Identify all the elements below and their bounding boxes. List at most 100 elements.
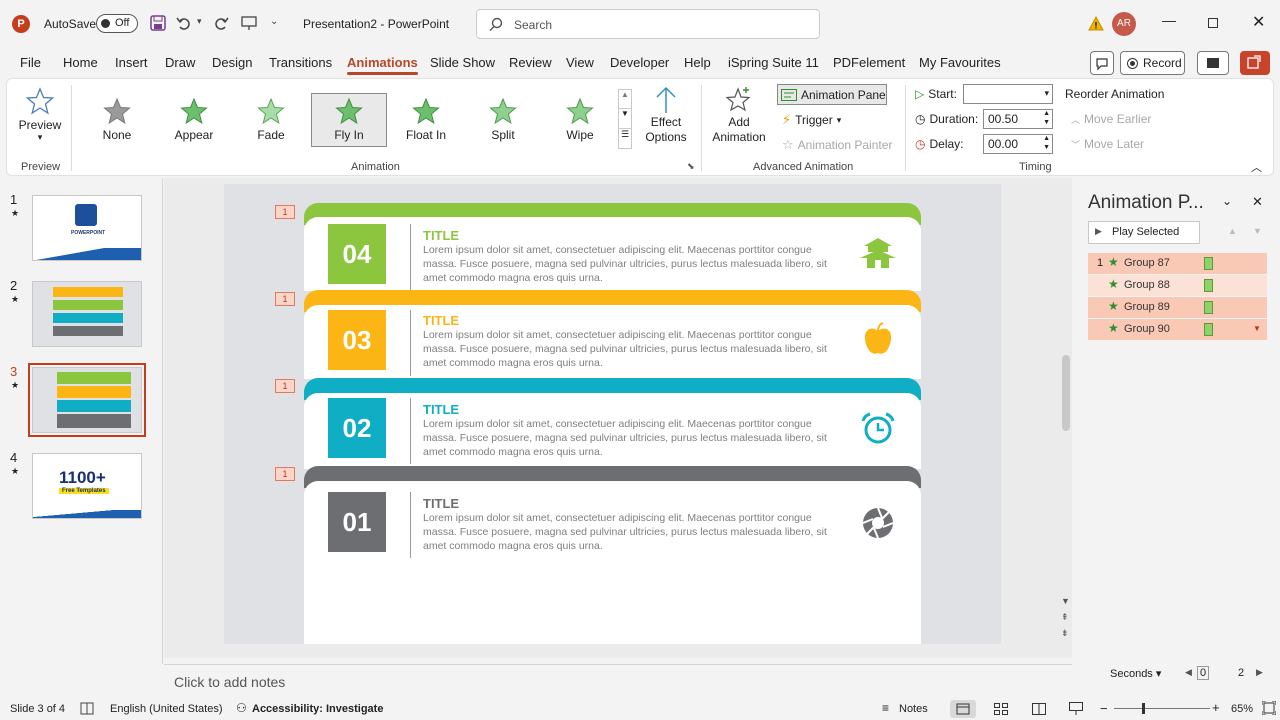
teams-present-button[interactable]: [1197, 51, 1229, 75]
animation-painter-button[interactable]: ☆ Animation Painter: [782, 137, 892, 153]
start-select[interactable]: ▾: [963, 84, 1053, 104]
move-up-icon[interactable]: ▲: [1228, 226, 1237, 236]
scroll-down-icon[interactable]: ▼: [1061, 596, 1070, 606]
slide-canvas[interactable]: 04 TITLE Lorem ipsum dolor sit amet, con…: [224, 184, 1001, 644]
redo-icon[interactable]: [213, 15, 229, 31]
zoom-out-icon[interactable]: −: [1100, 701, 1108, 716]
zoom-level[interactable]: 65%: [1231, 703, 1253, 715]
slide-scrollbar[interactable]: [1062, 355, 1070, 431]
animation-item[interactable]: ★ Group 89: [1088, 297, 1267, 318]
animation-pane-button[interactable]: Animation Pane: [777, 84, 887, 105]
spellcheck-icon[interactable]: [80, 702, 94, 715]
animation-order-tag[interactable]: 1: [275, 292, 295, 306]
effect-none[interactable]: None: [79, 93, 155, 147]
gallery-down-icon[interactable]: ▼: [619, 108, 631, 128]
avatar[interactable]: AR: [1112, 12, 1136, 36]
fit-to-window-icon[interactable]: [1262, 701, 1276, 715]
move-down-icon[interactable]: ▼: [1253, 226, 1262, 236]
share-button[interactable]: [1240, 51, 1270, 75]
customize-qat-icon[interactable]: ⌄: [270, 16, 278, 27]
gallery-more-icon[interactable]: ☰: [619, 128, 631, 148]
prev-slide-icon[interactable]: ⇞: [1061, 612, 1069, 623]
language-indicator[interactable]: English (United States): [110, 703, 223, 715]
play-selected-button[interactable]: ▶ Play Selected: [1088, 221, 1200, 244]
animation-order-tag[interactable]: 1: [275, 205, 295, 219]
tab-home[interactable]: Home: [63, 55, 98, 70]
search-box[interactable]: Search: [476, 9, 820, 39]
tab-developer[interactable]: Developer: [610, 55, 669, 70]
zoom-slider[interactable]: [1114, 703, 1210, 714]
tab-my-favourites[interactable]: My Favourites: [919, 55, 1001, 70]
tab-pdfelement[interactable]: PDFelement: [833, 55, 905, 70]
undo-icon[interactable]: [176, 15, 192, 31]
gallery-up-icon[interactable]: ▲: [619, 90, 631, 108]
notes-area[interactable]: Click to add notes: [164, 664, 1072, 698]
effect-fade[interactable]: Fade: [233, 93, 309, 147]
animation-star-icon: ★: [11, 208, 20, 218]
present-icon[interactable]: [241, 15, 257, 31]
close-window-icon[interactable]: ✕: [1252, 12, 1265, 32]
item-dropdown-icon[interactable]: ▼: [1253, 324, 1261, 333]
accessibility-status[interactable]: Accessibility: Investigate: [252, 703, 383, 715]
slide-sorter-icon[interactable]: [994, 703, 1008, 715]
next-slide-icon[interactable]: ⇟: [1061, 628, 1069, 639]
slide-thumb-1[interactable]: POWERPOINT: [32, 195, 142, 261]
animation-item[interactable]: ★ Group 90 ▼: [1088, 319, 1267, 340]
tab-file[interactable]: File: [20, 55, 41, 70]
spinner-icon[interactable]: ▲ ▼: [1043, 109, 1050, 127]
animation-item[interactable]: ★ Group 88: [1088, 275, 1267, 296]
tab-draw[interactable]: Draw: [165, 55, 195, 70]
reading-view-icon[interactable]: [1032, 703, 1046, 715]
timeline-right-icon[interactable]: ▶: [1256, 667, 1263, 678]
animation-item[interactable]: 1 ★ Group 87: [1088, 253, 1267, 274]
record-button[interactable]: Record: [1120, 51, 1185, 75]
slideshow-icon[interactable]: [1069, 702, 1083, 715]
tab-help[interactable]: Help: [684, 55, 711, 70]
animation-order-tag[interactable]: 1: [275, 379, 295, 393]
slide-thumb-3[interactable]: [28, 363, 146, 437]
duration-input[interactable]: 00.50 ▲ ▼: [983, 109, 1053, 129]
undo-dropdown-icon[interactable]: ▾: [197, 16, 202, 27]
tab-animations[interactable]: Animations: [347, 55, 418, 75]
tab-ispring[interactable]: iSpring Suite 11: [728, 55, 819, 70]
tab-insert[interactable]: Insert: [115, 55, 148, 70]
card-01[interactable]: [304, 481, 921, 644]
autosave-toggle[interactable]: Off: [96, 14, 138, 33]
tab-design[interactable]: Design: [212, 55, 252, 70]
zoom-in-icon[interactable]: +: [1212, 700, 1220, 715]
seconds-dropdown[interactable]: Seconds ▾: [1110, 667, 1161, 680]
effect-wipe[interactable]: Wipe: [542, 93, 618, 147]
minimize-icon[interactable]: —: [1162, 12, 1176, 28]
notes-button[interactable]: Notes: [899, 703, 928, 715]
trigger-button[interactable]: ⚡ Trigger ▾: [782, 112, 841, 128]
move-earlier-button[interactable]: ︿ Move Earlier: [1071, 112, 1151, 126]
close-pane-icon[interactable]: ✕: [1252, 194, 1263, 210]
restore-icon[interactable]: [1208, 18, 1218, 28]
effect-split[interactable]: Split: [465, 93, 541, 147]
delay-input[interactable]: 00.00 ▲ ▼: [983, 134, 1053, 154]
timeline-left-icon[interactable]: ◀: [1185, 667, 1192, 678]
slide-thumb-2[interactable]: [32, 281, 142, 347]
tab-review[interactable]: Review: [509, 55, 552, 70]
add-animation-button[interactable]: Add Animation: [707, 85, 771, 151]
slide-thumb-4[interactable]: 1100+ Free Templates: [32, 453, 142, 519]
tab-view[interactable]: View: [566, 55, 594, 70]
move-later-button[interactable]: ﹀ Move Later: [1071, 137, 1144, 151]
normal-view-icon[interactable]: [950, 700, 976, 718]
spinner-icon[interactable]: ▲ ▼: [1043, 134, 1050, 152]
save-icon[interactable]: [150, 15, 166, 31]
tab-slide-show[interactable]: Slide Show: [430, 55, 495, 70]
zoom-thumb[interactable]: [1142, 703, 1145, 714]
comments-button[interactable]: [1090, 51, 1114, 75]
effect-options-button[interactable]: Effect Options: [639, 85, 693, 151]
tab-transitions[interactable]: Transitions: [269, 55, 332, 70]
animation-order-tag[interactable]: 1: [275, 467, 295, 481]
effect-appear[interactable]: Appear: [156, 93, 232, 147]
collapse-ribbon-icon[interactable]: ︿: [1251, 159, 1262, 175]
preview-button[interactable]: Preview ▾: [15, 85, 65, 151]
effect-float-in[interactable]: Float In: [388, 93, 464, 147]
pane-options-icon[interactable]: ⌄: [1222, 194, 1232, 208]
effect-fly-in[interactable]: Fly In: [311, 93, 387, 147]
dialog-launcher-icon[interactable]: ⬊: [687, 161, 695, 172]
warning-icon[interactable]: !: [1088, 16, 1104, 31]
